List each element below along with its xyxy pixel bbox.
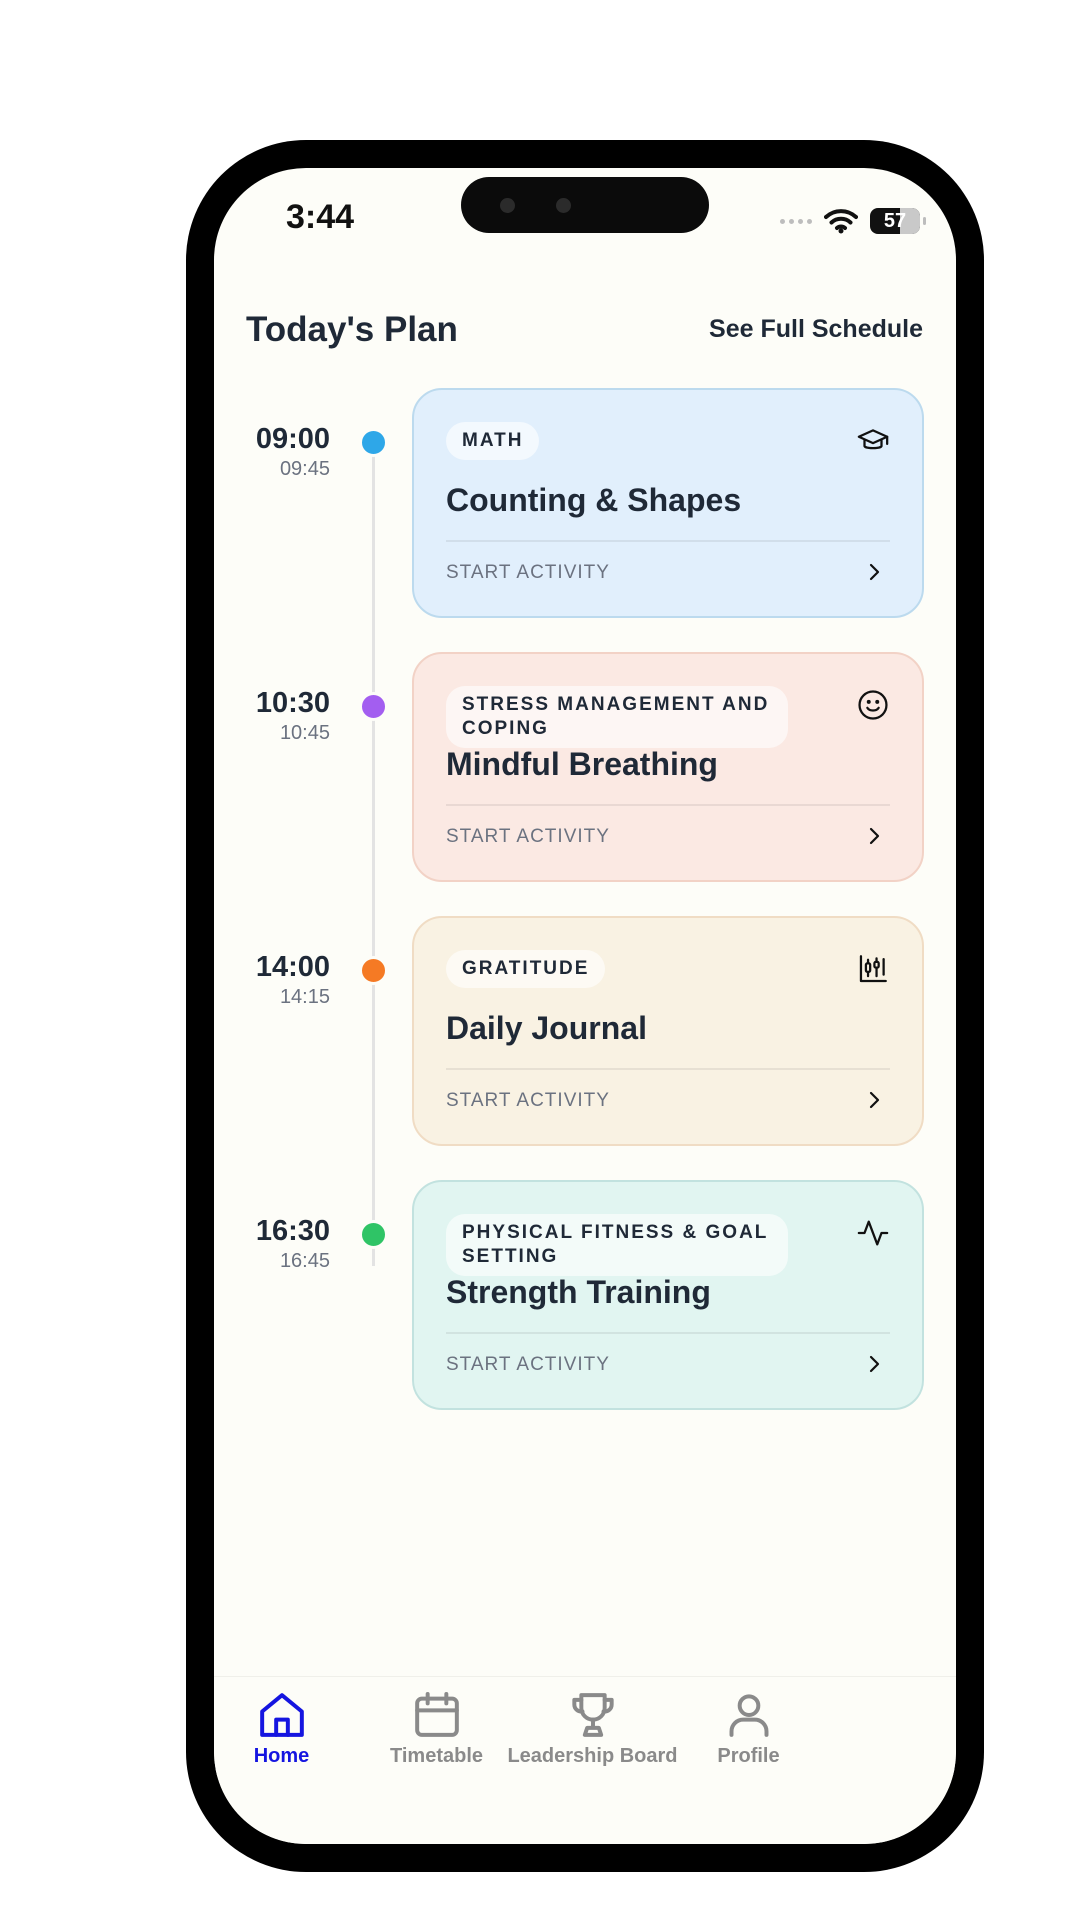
sensor-icon bbox=[556, 198, 571, 213]
timeline-dot bbox=[359, 1220, 388, 1249]
status-time: 3:44 bbox=[286, 198, 355, 236]
start-time: 10:30 bbox=[255, 687, 330, 719]
activity-title: Counting & Shapes bbox=[446, 482, 742, 518]
page-title: Today's Plan bbox=[246, 310, 458, 349]
start-time: 16:30 bbox=[255, 1215, 330, 1247]
start-activity-button[interactable]: START ACTIVITY bbox=[446, 1090, 610, 1112]
timeline-dot bbox=[359, 428, 388, 457]
start-time: 14:00 bbox=[255, 951, 330, 983]
battery-icon: 57 bbox=[870, 208, 926, 234]
activity-card[interactable]: PHYSICAL FITNESS & GOAL SETTING Strength … bbox=[412, 1180, 924, 1410]
phone-frame: 3:44 57 Today's Plan See Full Schedule 0… bbox=[186, 140, 984, 1872]
camera-icon bbox=[500, 198, 515, 213]
start-activity-button[interactable]: START ACTIVITY bbox=[446, 562, 610, 584]
activity-card[interactable]: GRATITUDE Daily Journal START ACTIVITY bbox=[412, 916, 924, 1146]
start-activity-button[interactable]: START ACTIVITY bbox=[446, 1354, 610, 1376]
calendar-icon bbox=[414, 1692, 459, 1737]
chevron-right-icon[interactable] bbox=[862, 824, 886, 848]
category-tag: STRESS MANAGEMENT AND COPING bbox=[446, 686, 788, 748]
activity-card[interactable]: STRESS MANAGEMENT AND COPING Mindful Brea… bbox=[412, 652, 924, 882]
end-time: 14:15 bbox=[279, 986, 330, 1008]
category-tag: MATH bbox=[446, 422, 540, 460]
activity-card[interactable]: MATH Counting & Shapes START ACTIVITY bbox=[412, 388, 924, 618]
phone-screen: 3:44 57 Today's Plan See Full Schedule 0… bbox=[214, 168, 956, 1844]
status-icons: 57 bbox=[780, 206, 926, 236]
timeline-line bbox=[372, 446, 375, 1266]
dynamic-island bbox=[461, 177, 709, 233]
signal-icon bbox=[780, 218, 812, 224]
end-time: 10:45 bbox=[279, 722, 330, 744]
see-full-schedule-link[interactable]: See Full Schedule bbox=[709, 315, 923, 344]
card-divider bbox=[446, 540, 890, 542]
activity-title: Strength Training bbox=[446, 1274, 711, 1310]
battery-percent: 57 bbox=[883, 209, 907, 232]
tab-profile[interactable]: Profile bbox=[656, 1687, 841, 1768]
card-divider bbox=[446, 804, 890, 806]
end-time: 09:45 bbox=[279, 458, 330, 480]
activity-title: Daily Journal bbox=[446, 1010, 647, 1046]
chevron-right-icon[interactable] bbox=[862, 560, 886, 584]
start-time: 09:00 bbox=[255, 423, 330, 455]
chevron-right-icon[interactable] bbox=[862, 1352, 886, 1376]
activity-pulse-icon bbox=[857, 1220, 889, 1246]
category-tag: GRATITUDE bbox=[446, 950, 606, 988]
timeline-dot bbox=[359, 692, 388, 721]
smile-icon bbox=[858, 690, 888, 720]
card-divider bbox=[446, 1068, 890, 1070]
category-tag: PHYSICAL FITNESS & GOAL SETTING bbox=[446, 1214, 788, 1276]
wifi-icon bbox=[824, 209, 858, 234]
activity-title: Mindful Breathing bbox=[446, 746, 718, 782]
graduation-cap-icon bbox=[857, 429, 889, 450]
chevron-right-icon[interactable] bbox=[862, 1088, 886, 1112]
trophy-icon bbox=[571, 1693, 614, 1737]
tab-label-profile: Profile bbox=[717, 1745, 780, 1767]
end-time: 16:45 bbox=[279, 1250, 330, 1272]
user-icon bbox=[729, 1694, 768, 1737]
chart-candles-icon bbox=[859, 955, 887, 983]
card-divider bbox=[446, 1332, 890, 1334]
start-activity-button[interactable]: START ACTIVITY bbox=[446, 826, 610, 848]
bottom-tab-bar: Home Timetable Leadership Board Profile bbox=[214, 1676, 956, 1844]
timeline-dot bbox=[359, 956, 388, 985]
home-icon bbox=[259, 1693, 304, 1737]
